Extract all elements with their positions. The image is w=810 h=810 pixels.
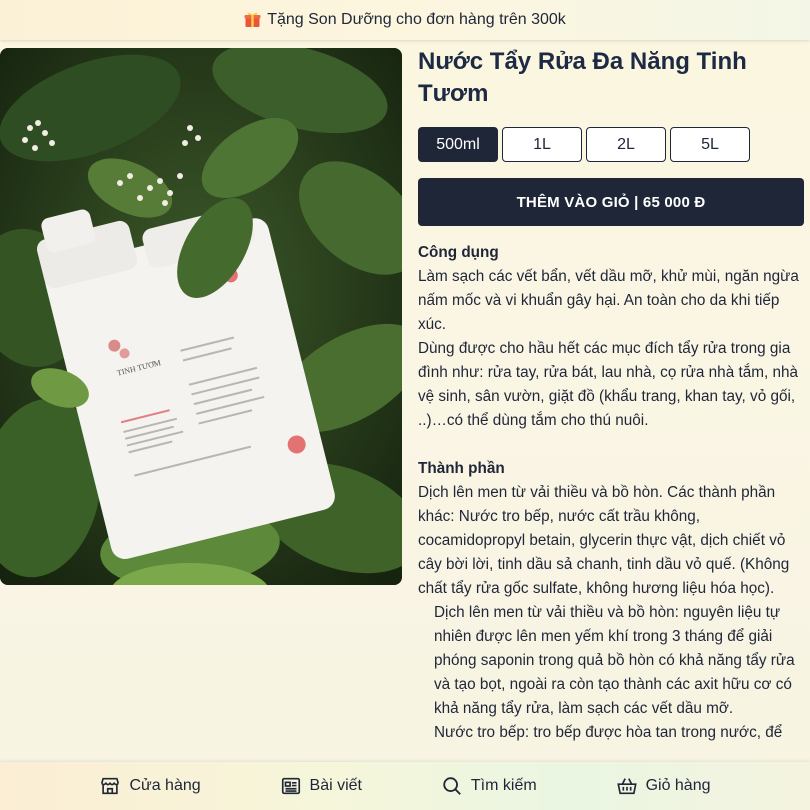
uses-paragraph-1: Làm sạch các vết bẩn, vết dầu mỡ, khử mù… [418, 268, 799, 333]
product-description: Công dụng Làm sạch các vết bẩn, vết dầu … [418, 241, 806, 761]
product-image[interactable]: TINH TƯƠM [0, 48, 402, 585]
article-icon [281, 777, 300, 795]
variant-500ml[interactable]: 500ml [418, 127, 498, 162]
nav-label-cart: Giỏ hàng [645, 777, 711, 794]
gift-icon [244, 11, 261, 28]
nav-item-cart[interactable]: Giỏ hàng [616, 775, 711, 797]
variant-1l[interactable]: 1L [502, 127, 582, 162]
uses-heading: Công dụng [418, 244, 499, 261]
store-icon [101, 777, 120, 795]
nav-label-store: Cửa hàng [129, 777, 201, 794]
promo-text: Tặng Son Dưỡng cho đơn hàng trên 300k [267, 11, 566, 28]
bottom-nav: Cửa hàng Bài viết Tìm kiếm Giỏ hàng [0, 762, 810, 810]
add-to-cart-button[interactable]: THÊM VÀO GIỎ | 65 000 Đ [418, 178, 804, 226]
nav-label-articles: Bài viết [309, 777, 362, 794]
product-title: Nước Tẩy Rửa Đa Năng Tinh Tươm [418, 48, 747, 107]
nav-item-store[interactable]: Cửa hàng [99, 775, 201, 797]
ingredients-paragraph-3: Nước tro bếp: tro bếp được hòa tan trong… [434, 724, 783, 741]
variant-selector: 500ml 1L 2L 5L [418, 127, 750, 162]
nav-item-search[interactable]: Tìm kiếm [441, 775, 537, 797]
uses-paragraph-2: Dùng được cho hầu hết các mục đích tẩy r… [418, 340, 798, 429]
promo-bar: Tặng Son Dưỡng cho đơn hàng trên 300k [0, 0, 810, 40]
ingredients-paragraph-1: Dịch lên men từ vải thiều và bồ hòn. Các… [418, 484, 790, 597]
basket-icon [616, 778, 637, 795]
ingredients-paragraph-2: Dịch lên men từ vải thiều và bồ hòn: ngu… [434, 604, 795, 717]
nav-label-search: Tìm kiếm [470, 777, 537, 794]
search-icon [443, 777, 461, 795]
variant-2l[interactable]: 2L [586, 127, 666, 162]
ingredients-heading: Thành phần [418, 460, 505, 477]
nav-item-articles[interactable]: Bài viết [280, 775, 362, 797]
variant-5l[interactable]: 5L [670, 127, 750, 162]
